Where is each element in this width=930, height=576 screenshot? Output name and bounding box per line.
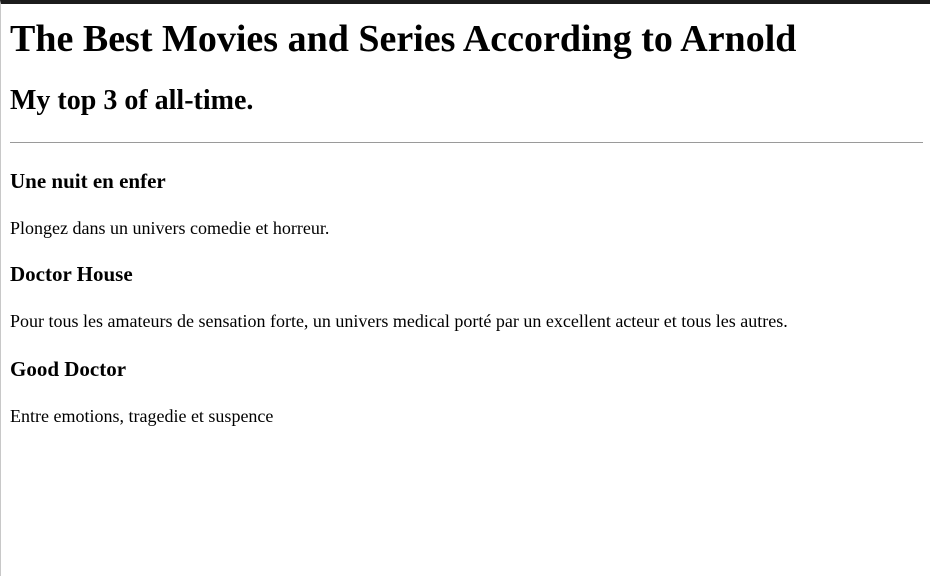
divider [10,142,923,143]
page-subtitle: My top 3 of all-time. [10,85,254,116]
entry-description: Plongez dans un univers comedie et horre… [10,218,330,238]
page-title: The Best Movies and Series According to … [10,18,797,60]
entry-title: Doctor House [10,262,133,286]
entry-good-doctor: Good Doctor Entre emotions, tragedie et … [10,356,923,427]
entry-title: Good Doctor [10,357,127,381]
entry-description: Pour tous les amateurs de sensation fort… [10,311,788,331]
entry-title: Une nuit en enfer [10,169,166,193]
entry-une-nuit-en-enfer: Une nuit en enfer Plongez dans un univer… [10,168,923,239]
entry-doctor-house: Doctor House Pour tous les amateurs de s… [10,261,923,332]
entry-description: Entre emotions, tragedie et suspence [10,406,274,426]
page-content: The Best Movies and Series According to … [1,17,930,427]
